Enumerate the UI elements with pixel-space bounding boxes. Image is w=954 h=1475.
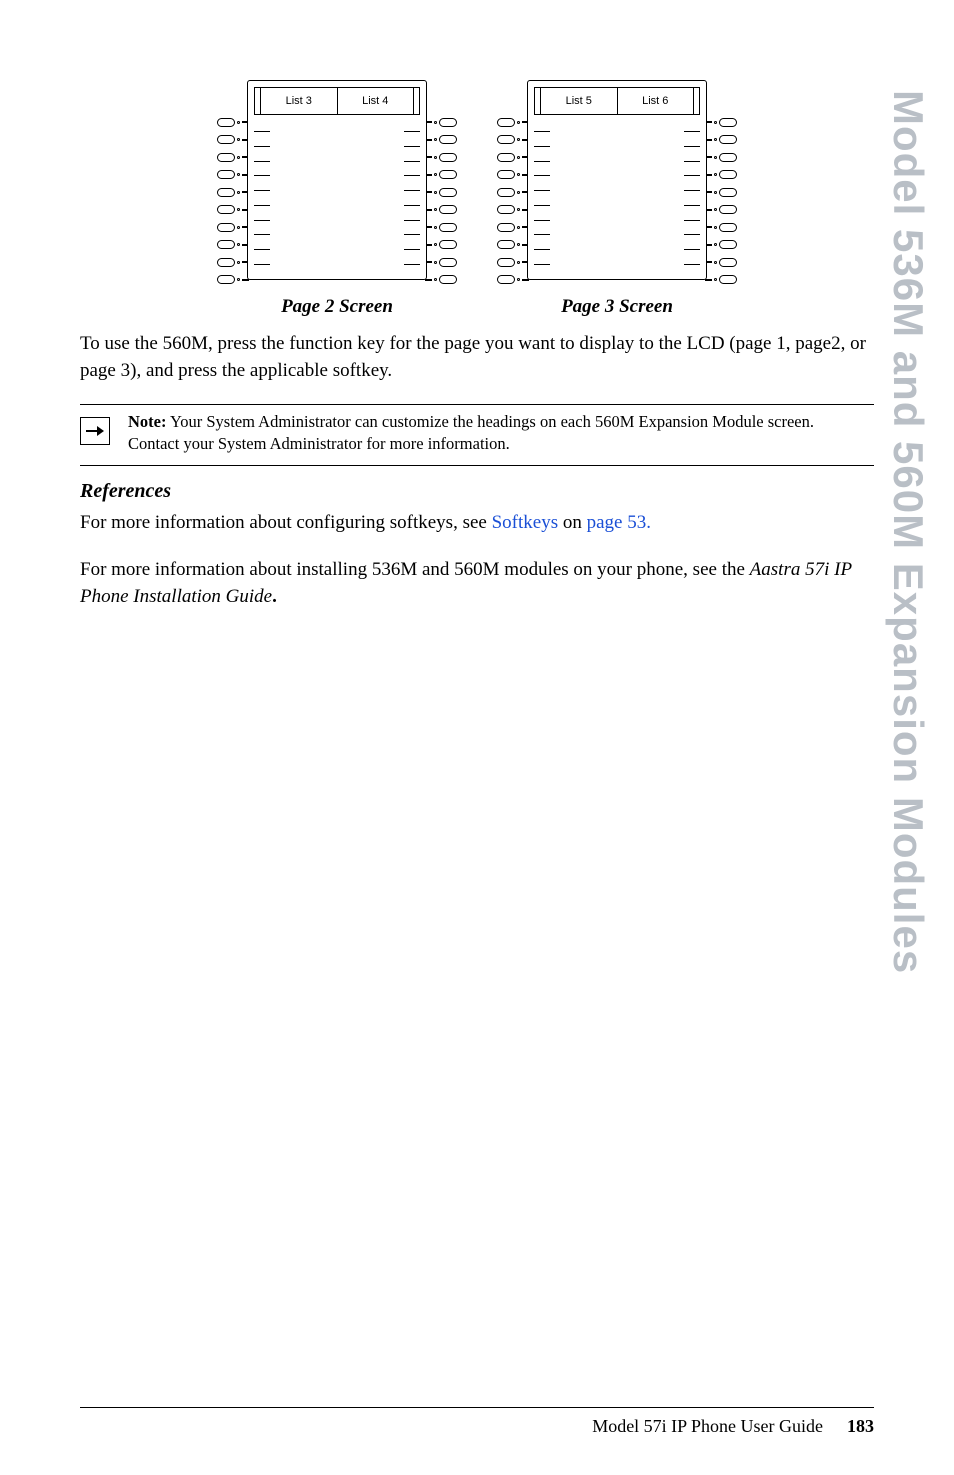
page-link[interactable]: page 53. (587, 512, 651, 533)
lcd-col-label: List 3 (261, 88, 337, 114)
page3-module: List 5 List 6 (497, 80, 737, 318)
right-key-column (425, 80, 457, 286)
note-label: Note: (128, 412, 166, 431)
note-block: Note: Your System Administrator can cust… (80, 404, 874, 467)
note-arrow-icon (80, 417, 110, 445)
lcd-col-label: List 4 (337, 88, 414, 114)
page-footer: Model 57i IP Phone User Guide 183 (80, 1407, 874, 1437)
left-key-column (217, 80, 249, 286)
footer-guide-title: Model 57i IP Phone User Guide (592, 1416, 823, 1437)
expansion-module-diagrams: List 3 List 4 (80, 80, 874, 318)
softkeys-link[interactable]: Softkeys (492, 512, 559, 533)
softkey-button (217, 118, 235, 127)
lcd-col-label: List 6 (617, 88, 694, 114)
lcd-header-row: List 3 List 4 (254, 87, 420, 115)
footer-page-number: 183 (847, 1416, 874, 1437)
lcd-frame: List 3 List 4 (247, 80, 427, 280)
diagram-caption: Page 3 Screen (561, 296, 673, 318)
note-text: Note: Your System Administrator can cust… (128, 411, 874, 456)
lcd-col-label: List 5 (541, 88, 617, 114)
diagram-caption: Page 2 Screen (281, 296, 393, 318)
page2-module: List 3 List 4 (217, 80, 457, 318)
references-line2: For more information about installing 53… (80, 556, 874, 611)
note-body: Your System Administrator can customize … (128, 412, 814, 453)
references-heading: References (80, 480, 874, 503)
page-content: List 3 List 4 (0, 0, 954, 1475)
references-line1: For more information about configuring s… (80, 509, 874, 537)
body-paragraph: To use the 560M, press the function key … (80, 330, 874, 385)
